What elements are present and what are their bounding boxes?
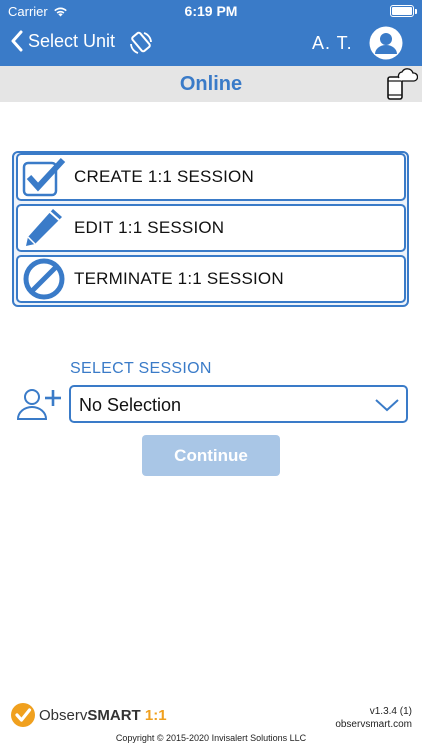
chevron-down-icon bbox=[375, 399, 399, 412]
session-select[interactable]: No Selection bbox=[69, 385, 408, 423]
version-info: v1.3.4 (1) observsmart.com bbox=[335, 705, 412, 731]
version-number: v1.3.4 (1) bbox=[369, 706, 412, 717]
back-button[interactable]: Select Unit bbox=[10, 30, 115, 52]
terminate-session-button[interactable]: TERMINATE 1:1 SESSION bbox=[16, 255, 406, 303]
rotate-device-icon[interactable] bbox=[128, 30, 154, 56]
session-select-value: No Selection bbox=[79, 395, 182, 415]
select-session-label: SELECT SESSION bbox=[70, 360, 212, 377]
back-button-label: Select Unit bbox=[28, 30, 116, 51]
header: Carrier 6:19 PM Select Unit A. T. bbox=[0, 0, 422, 66]
website-link[interactable]: observsmart.com bbox=[335, 718, 412, 731]
avatar-icon[interactable] bbox=[368, 25, 404, 61]
prohibited-icon bbox=[20, 257, 68, 301]
edit-session-button[interactable]: EDIT 1:1 SESSION bbox=[16, 204, 406, 252]
pencil-icon bbox=[20, 206, 68, 250]
device-cloud-icon[interactable] bbox=[386, 67, 418, 101]
terminate-session-label: TERMINATE 1:1 SESSION bbox=[74, 269, 284, 288]
logo-prefix: Observ bbox=[39, 706, 88, 724]
user-initials[interactable]: A. T. bbox=[312, 33, 353, 54]
create-session-button[interactable]: CREATE 1:1 SESSION bbox=[16, 153, 406, 201]
add-user-icon[interactable] bbox=[16, 386, 62, 422]
create-session-label: CREATE 1:1 SESSION bbox=[74, 167, 254, 186]
brand-logo: ObservSMART 1:1 bbox=[10, 702, 167, 728]
logo-bold: SMART bbox=[87, 706, 141, 724]
copyright-text: Copyright © 2015-2020 Invisalert Solutio… bbox=[115, 733, 307, 743]
edit-session-label: EDIT 1:1 SESSION bbox=[74, 218, 225, 237]
session-actions: CREATE 1:1 SESSION EDIT 1:1 SESSION TERM… bbox=[12, 151, 409, 307]
logo-suffix: 1:1 bbox=[144, 706, 167, 724]
checkbox-check-icon bbox=[20, 155, 68, 199]
chevron-left-icon bbox=[11, 30, 23, 52]
check-badge-icon bbox=[11, 703, 35, 727]
status-time: 6:19 PM bbox=[184, 3, 238, 19]
status-bar: Carrier 6:19 PM bbox=[0, 0, 422, 22]
nav-bar: Select Unit A. T. bbox=[0, 22, 422, 66]
continue-button[interactable]: Continue bbox=[142, 435, 280, 476]
connection-status-title: Online bbox=[179, 73, 243, 95]
connection-status-bar: Online bbox=[0, 66, 422, 102]
battery-icon bbox=[390, 5, 417, 17]
